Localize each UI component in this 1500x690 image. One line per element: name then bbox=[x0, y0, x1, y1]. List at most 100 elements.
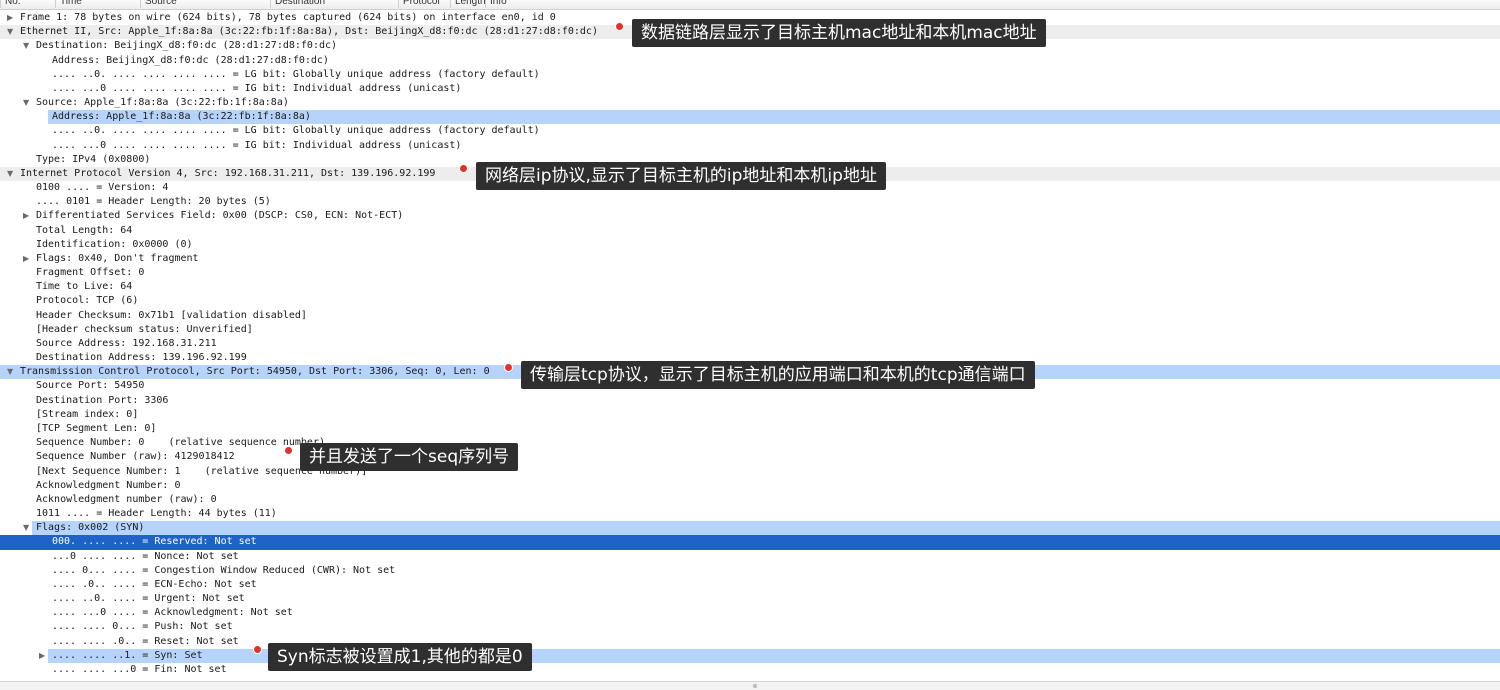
tree-row[interactable]: Time to Live: 64 bbox=[0, 280, 1500, 294]
column-time[interactable]: Time bbox=[55, 0, 82, 8]
tree-row[interactable]: Source Address: 192.168.31.211 bbox=[0, 337, 1500, 351]
tree-row[interactable]: ▼ Source: Apple_1f:8a:8a (3c:22:fb:1f:8a:… bbox=[0, 96, 1500, 110]
tree-row-text: Acknowledgment number (raw): 0 bbox=[36, 493, 217, 505]
tree-row-text: .... 0101 = Header Length: 20 bytes (5) bbox=[36, 196, 271, 208]
tree-row[interactable]: [Stream index: 0] bbox=[0, 408, 1500, 422]
collapse-triangle-icon[interactable]: ▶ bbox=[23, 252, 29, 266]
tree-row-text: .... ..0. .... = Urgent: Not set bbox=[52, 593, 245, 605]
tree-row[interactable]: ▼ Flags: 0x002 (SYN) bbox=[0, 521, 1500, 536]
tree-row[interactable]: .... .... .0.. = Reset: Not set bbox=[0, 635, 1500, 649]
tree-row-text: [TCP Segment Len: 0] bbox=[36, 422, 157, 434]
tree-row[interactable]: .... .0.. .... = ECN-Echo: Not set bbox=[0, 578, 1500, 592]
annotation-marker-icon bbox=[254, 646, 261, 653]
tree-row[interactable]: Fragment Offset: 0 bbox=[0, 266, 1500, 280]
tree-row[interactable]: .... ...0 .... .... .... .... = IG bit: … bbox=[0, 139, 1500, 153]
collapse-triangle-icon[interactable]: ▶ bbox=[39, 649, 45, 663]
tree-row[interactable]: ...0 .... .... = Nonce: Not set bbox=[0, 550, 1500, 564]
tree-row[interactable]: .... 0... .... = Congestion Window Reduc… bbox=[0, 564, 1500, 578]
tree-row[interactable]: Sequence Number: 0 (relative sequence nu… bbox=[0, 436, 1500, 450]
tree-row-text: .... .... .0.. = Reset: Not set bbox=[52, 635, 239, 647]
row-selection-highlight bbox=[32, 521, 1500, 536]
tree-row-text: .... 0... .... = Congestion Window Reduc… bbox=[52, 564, 396, 576]
tree-row[interactable]: Total Length: 64 bbox=[0, 224, 1500, 238]
tree-row[interactable]: .... 0101 = Header Length: 20 bytes (5) bbox=[0, 195, 1500, 209]
tree-row-text: .... .... ...0 = Fin: Not set bbox=[52, 663, 227, 675]
tree-row-text: [Stream index: 0] bbox=[36, 408, 139, 420]
annotation-marker-icon bbox=[285, 447, 292, 454]
tree-row-text: Identification: 0x0000 (0) bbox=[36, 238, 193, 250]
tree-row-text: .... ..0. .... .... .... .... = LG bit: … bbox=[52, 125, 540, 137]
tree-row-text: Destination Port: 3306 bbox=[36, 394, 169, 406]
tree-row[interactable]: Acknowledgment Number: 0 bbox=[0, 479, 1500, 493]
column-source[interactable]: Source bbox=[140, 0, 177, 8]
annotation-network: 网络层ip协议,显示了目标主机的ip地址和本机ip地址 bbox=[476, 162, 886, 190]
tree-row-text: Protocol: TCP (6) bbox=[36, 295, 139, 307]
tree-row[interactable]: ▶ Differentiated Services Field: 0x00 (DS… bbox=[0, 209, 1500, 223]
expand-triangle-icon[interactable]: ▼ bbox=[23, 39, 29, 53]
collapse-triangle-icon[interactable]: ▶ bbox=[7, 11, 13, 25]
expand-triangle-icon[interactable]: ▼ bbox=[7, 365, 13, 379]
tree-row-text: Ethernet II, Src: Apple_1f:8a:8a (3c:22:… bbox=[20, 26, 598, 38]
tree-row[interactable]: Header Checksum: 0x71b1 [validation disa… bbox=[0, 309, 1500, 323]
column-info[interactable]: Info bbox=[485, 0, 507, 8]
column-protocol[interactable]: Protocol bbox=[398, 0, 440, 8]
tree-row[interactable]: Protocol: TCP (6) bbox=[0, 294, 1500, 308]
tree-row-text: 000. .... .... = Reserved: Not set bbox=[52, 536, 257, 548]
expand-triangle-icon[interactable]: ▼ bbox=[23, 521, 29, 535]
annotation-seq: 并且发送了一个seq序列号 bbox=[300, 443, 519, 471]
column-destination[interactable]: Destination bbox=[270, 0, 325, 8]
tree-row[interactable]: Address: Apple_1f:8a:8a (3c:22:fb:1f:8a:… bbox=[0, 110, 1500, 125]
tree-row[interactable]: .... ..0. .... = Urgent: Not set bbox=[0, 592, 1500, 606]
tree-row-text: .... ...0 .... .... .... .... = IG bit: … bbox=[52, 82, 462, 94]
tree-row[interactable]: .... .... 0... = Push: Not set bbox=[0, 620, 1500, 634]
tree-row-text: Destination: BeijingX_d8:f0:dc (28:d1:27… bbox=[36, 40, 338, 52]
tree-row[interactable]: .... ..0. .... .... .... .... = LG bit: … bbox=[0, 68, 1500, 82]
tree-row-text: Sequence Number (raw): 4129018412 bbox=[36, 451, 235, 463]
tree-row-text: .... ...0 .... = Acknowledgment: Not set bbox=[52, 607, 293, 619]
expand-triangle-icon[interactable]: ▼ bbox=[23, 96, 29, 110]
tree-row[interactable]: .... ...0 .... .... .... .... = IG bit: … bbox=[0, 82, 1500, 96]
tree-row[interactable]: ▶ .... .... ..1. = Syn: Set bbox=[0, 648, 1500, 663]
tree-row-text: 1011 .... = Header Length: 44 bytes (11) bbox=[36, 508, 277, 520]
tree-row-text: .... .... 0... = Push: Not set bbox=[52, 621, 233, 633]
tree-row[interactable]: Destination Port: 3306 bbox=[0, 394, 1500, 408]
tree-row-text: Header Checksum: 0x71b1 [validation disa… bbox=[36, 309, 307, 321]
tree-row-text: Type: IPv4 (0x0800) bbox=[36, 153, 151, 165]
tree-row-text: Destination Address: 139.196.92.199 bbox=[36, 352, 247, 364]
tree-row-text: ...0 .... .... = Nonce: Not set bbox=[52, 550, 239, 562]
tree-row-text: Frame 1: 78 bytes on wire (624 bits), 78… bbox=[20, 12, 556, 23]
tree-row[interactable]: 1011 .... = Header Length: 44 bytes (11) bbox=[0, 507, 1500, 521]
tree-row[interactable]: [TCP Segment Len: 0] bbox=[0, 422, 1500, 436]
tree-row[interactable]: .... ..0. .... .... .... .... = LG bit: … bbox=[0, 124, 1500, 138]
tree-row-text: Address: Apple_1f:8a:8a (3c:22:fb:1f:8a:… bbox=[52, 111, 311, 123]
tree-row[interactable]: Acknowledgment number (raw): 0 bbox=[0, 493, 1500, 507]
tree-row-text: Source Address: 192.168.31.211 bbox=[36, 337, 217, 349]
tree-row[interactable]: Sequence Number (raw): 4129018412 bbox=[0, 450, 1500, 464]
tree-row-text: Total Length: 64 bbox=[36, 224, 133, 236]
tree-row-text: Source: Apple_1f:8a:8a (3c:22:fb:1f:8a:8… bbox=[36, 97, 289, 109]
packet-details-tree: ▶ Frame 1: 78 bytes on wire (624 bits), 7… bbox=[0, 11, 1500, 677]
tree-row[interactable]: .... ...0 .... = Acknowledgment: Not set bbox=[0, 606, 1500, 620]
tree-row-text: .... .0.. .... = ECN-Echo: Not set bbox=[52, 578, 257, 590]
tree-row[interactable]: 000. .... .... = Reserved: Not set bbox=[0, 535, 1500, 550]
annotation-marker-icon bbox=[460, 165, 467, 172]
packet-list-column-header: No. Time Source Destination Protocol Len… bbox=[0, 0, 1500, 10]
tree-row-text: Internet Protocol Version 4, Src: 192.16… bbox=[20, 167, 436, 179]
splitter-grip-icon[interactable] bbox=[753, 684, 757, 688]
tree-row-text: Transmission Control Protocol, Src Port:… bbox=[20, 366, 490, 378]
annotation-marker-icon bbox=[616, 23, 623, 30]
tree-row[interactable]: Address: BeijingX_d8:f0:dc (28:d1:27:d8:… bbox=[0, 54, 1500, 68]
tree-row[interactable]: [Header checksum status: Unverified] bbox=[0, 323, 1500, 337]
expand-triangle-icon[interactable]: ▼ bbox=[7, 25, 13, 39]
collapse-triangle-icon[interactable]: ▶ bbox=[23, 209, 29, 223]
tree-row-text: .... ..0. .... .... .... .... = LG bit: … bbox=[52, 68, 540, 80]
expand-triangle-icon[interactable]: ▼ bbox=[7, 167, 13, 181]
tree-row[interactable]: .... .... ...0 = Fin: Not set bbox=[0, 663, 1500, 677]
column-no[interactable]: No. bbox=[0, 0, 21, 8]
tree-row[interactable]: Identification: 0x0000 (0) bbox=[0, 238, 1500, 252]
row-selection-highlight bbox=[48, 648, 1500, 663]
tree-row-text: [Header checksum status: Unverified] bbox=[36, 323, 253, 335]
column-length[interactable]: Length bbox=[450, 0, 486, 8]
tree-row[interactable]: [Next Sequence Number: 1 (relative seque… bbox=[0, 465, 1500, 479]
tree-row[interactable]: ▶ Flags: 0x40, Don't fragment bbox=[0, 252, 1500, 266]
